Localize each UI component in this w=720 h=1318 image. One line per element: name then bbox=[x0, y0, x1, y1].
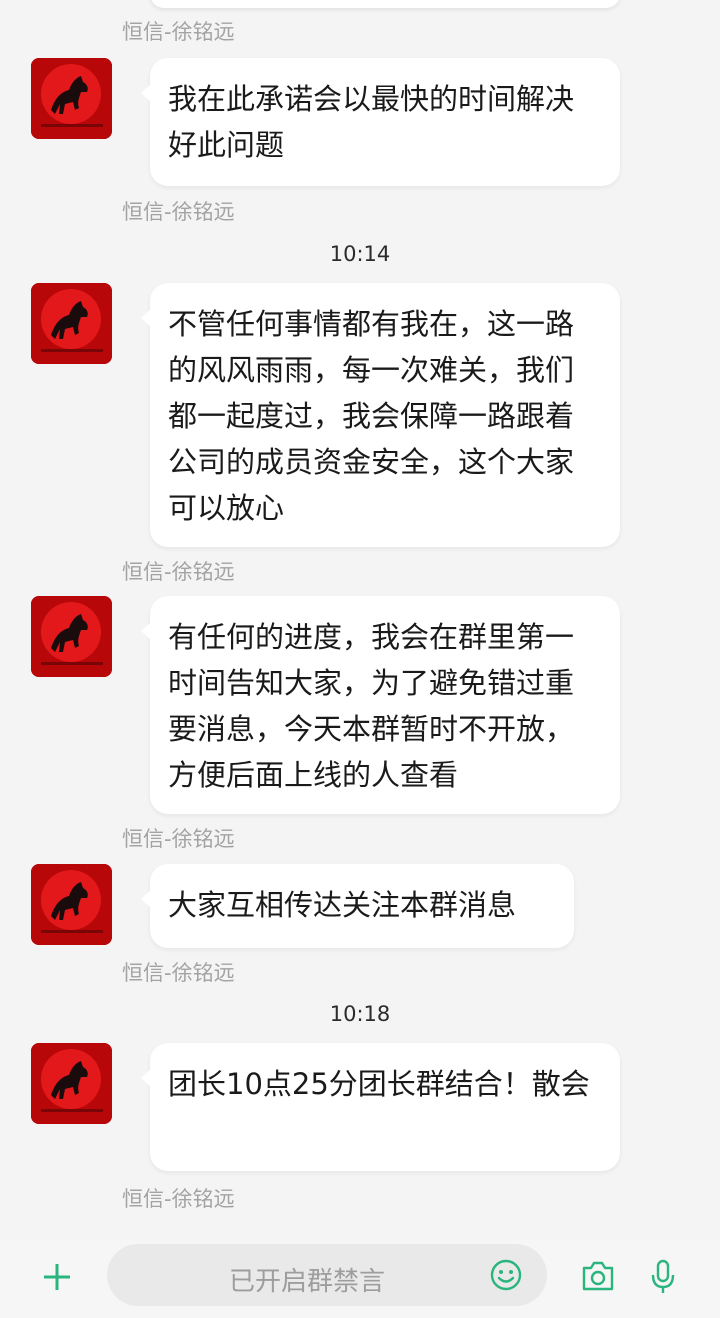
red-horse-avatar-icon bbox=[31, 596, 112, 677]
sender-name: 恒信-徐铭远 bbox=[122, 961, 235, 985]
message-bubble[interactable]: 团长10点25分团长群结合！散会 bbox=[141, 1043, 620, 1171]
sender-avatar[interactable] bbox=[31, 864, 112, 945]
sender-name: 恒信-徐铭远 bbox=[122, 560, 235, 584]
red-horse-avatar-icon bbox=[31, 58, 112, 139]
input-placeholder: 已开启群禁言 bbox=[228, 1267, 385, 1297]
chat-message-list[interactable]: 恒信-徐铭远 我在此承诺会以最快的时间解决好此问题 恒信-徐铭远 10:14 不… bbox=[0, 0, 720, 1240]
timestamp: 10:18 bbox=[329, 1002, 391, 1026]
timestamp: 10:14 bbox=[329, 242, 391, 266]
red-horse-avatar-icon bbox=[31, 864, 112, 945]
sender-avatar[interactable] bbox=[31, 596, 112, 677]
sender-avatar[interactable] bbox=[31, 1043, 112, 1124]
message-bubble[interactable]: 大家互相传达关注本群消息 bbox=[141, 864, 574, 948]
previous-message-bubble bbox=[150, 0, 620, 8]
sender-name: 恒信-徐铭远 bbox=[122, 20, 235, 44]
plus-icon[interactable] bbox=[40, 1260, 74, 1294]
chat-input-bar: 已开启群禁言 bbox=[0, 1240, 720, 1318]
sender-name: 恒信-徐铭远 bbox=[122, 827, 235, 851]
sender-name: 恒信-徐铭远 bbox=[122, 1187, 235, 1211]
message-input[interactable]: 已开启群禁言 bbox=[107, 1244, 547, 1306]
red-horse-avatar-icon bbox=[31, 1043, 112, 1124]
message-bubble[interactable]: 有任何的进度，我会在群里第一时间告知大家，为了避免错过重要消息，今天本群暂时不开… bbox=[141, 596, 620, 814]
smiley-icon[interactable] bbox=[490, 1259, 522, 1291]
microphone-icon[interactable] bbox=[650, 1259, 676, 1295]
sender-avatar[interactable] bbox=[31, 58, 112, 139]
sender-name: 恒信-徐铭远 bbox=[122, 200, 235, 224]
camera-icon[interactable] bbox=[580, 1259, 616, 1293]
message-bubble[interactable]: 我在此承诺会以最快的时间解决好此问题 bbox=[141, 58, 620, 186]
message-bubble[interactable]: 不管任何事情都有我在，这一路的风风雨雨，每一次难关，我们都一起度过，我会保障一路… bbox=[141, 283, 620, 547]
sender-avatar[interactable] bbox=[31, 283, 112, 364]
red-horse-avatar-icon bbox=[31, 283, 112, 364]
